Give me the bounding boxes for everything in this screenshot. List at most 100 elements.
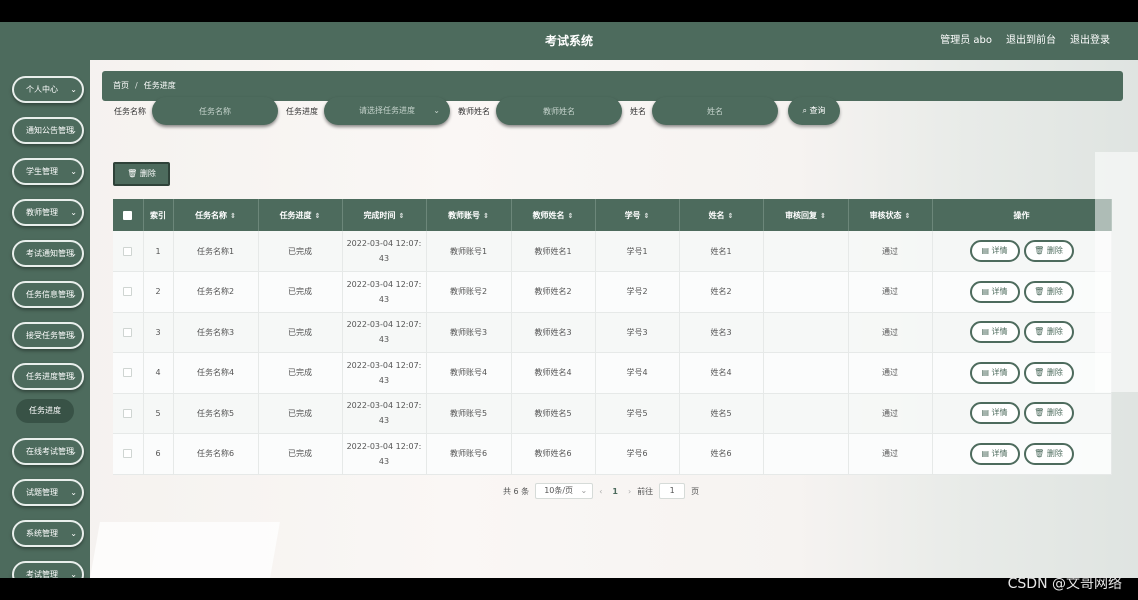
review-status-cell: 通过 [848, 231, 933, 272]
finish-time-cell: 2022-03-04 12:07: 43 [342, 352, 427, 394]
column-header-name[interactable]: 姓名 ⇕ [679, 199, 764, 231]
column-header-teacher-name[interactable]: 教师姓名 ⇕ [511, 199, 596, 231]
column-header-task-name[interactable]: 任务名称 ⇕ [173, 199, 259, 231]
actions-cell: ▤ 详情 🗑 删除 [932, 231, 1112, 272]
column-header-review-status[interactable]: 审核状态 ⇕ [848, 199, 933, 231]
student-no-cell: 学号6 [595, 433, 680, 475]
column-header-teacher-account[interactable]: 教师账号 ⇕ [426, 199, 512, 231]
sidebar-item-label: 任务信息管理 [26, 290, 74, 299]
chevron-down-icon: ⌄ [70, 126, 77, 135]
sidebar-item-task-info-management[interactable]: 任务信息管理 ⌄ [12, 281, 84, 308]
row-checkbox[interactable] [123, 287, 133, 297]
detail-button[interactable]: ▤ 详情 [969, 361, 1020, 384]
sort-icon[interactable]: ⇕ [399, 212, 405, 220]
detail-button[interactable]: ▤ 详情 [969, 280, 1020, 303]
batch-delete-button[interactable]: 🗑 删除 [113, 162, 170, 186]
sort-icon[interactable]: ⇕ [230, 212, 236, 220]
sidebar-item-label: 学生管理 [26, 167, 58, 176]
sidebar-item-exam-notice-management[interactable]: 考试通知管理 ⌄ [12, 240, 84, 267]
student-no-cell: 学号2 [595, 271, 680, 313]
sidebar-item-online-exam-management[interactable]: 在线考试管理 ⌄ [12, 438, 84, 465]
detail-button[interactable]: ▤ 详情 [969, 321, 1020, 344]
exit-to-front-link[interactable]: 退出到前台 [1006, 22, 1056, 60]
table-row: 1 任务名称1 已完成 2022-03-04 12:07: 43 教师账号1 教师姓名1 学号… [113, 231, 1112, 272]
column-header-student-no[interactable]: 学号 ⇕ [595, 199, 680, 231]
sidebar-item-question-management[interactable]: 试题管理 ⌄ [12, 479, 84, 506]
row-delete-button[interactable]: 🗑 删除 [1023, 280, 1074, 303]
teacher-name-cell: 教师姓名1 [511, 231, 596, 272]
sort-icon[interactable]: ⇕ [820, 212, 826, 220]
review-status-cell: 通过 [848, 352, 933, 394]
sidebar-item-system-management[interactable]: 系统管理 ⌄ [12, 520, 84, 547]
row-delete-button[interactable]: 🗑 删除 [1023, 402, 1074, 425]
document-icon: ▤ [981, 408, 989, 418]
sidebar-item-personal-center[interactable]: 个人中心 ⌄ [12, 76, 84, 103]
task-name-cell: 任务名称2 [173, 271, 259, 313]
row-checkbox[interactable] [123, 368, 133, 378]
teacher-name-label: 教师姓名 [458, 106, 490, 116]
column-header-finish-time[interactable]: 完成时间 ⇕ [342, 199, 427, 231]
task-progress-cell: 已完成 [258, 231, 343, 272]
sidebar-item-student-management[interactable]: 学生管理 ⌄ [12, 158, 84, 185]
sort-icon[interactable]: ⇕ [483, 212, 489, 220]
table-header-row: 索引 任务名称 ⇕ 任务进度 ⇕ 完成时间 ⇕ 教师账号 ⇕ 教师姓名 ⇕ 学号 ⇕ 姓名 ⇕… [113, 199, 1112, 231]
sort-icon[interactable]: ⇕ [315, 212, 321, 220]
sort-icon[interactable]: ⇕ [568, 212, 574, 220]
batch-delete-label: 删除 [139, 169, 156, 178]
row-delete-button[interactable]: 🗑 删除 [1023, 442, 1074, 465]
admin-user-label[interactable]: 管理员 abo [940, 22, 992, 60]
sort-icon[interactable]: ⇕ [905, 212, 911, 220]
sidebar: 个人中心 ⌄ 通知公告管理 ⌄ 学生管理 ⌄ 教师管理 ⌄ 考试通知管理 ⌄ 任务信息管理… [0, 60, 90, 578]
actions-cell: ▤ 详情 🗑 删除 [932, 433, 1112, 475]
page-size-select[interactable]: 10条/页 ⌄ [535, 483, 594, 499]
sidebar-item-accept-task-management[interactable]: 接受任务管理 ⌄ [12, 322, 84, 349]
column-header-task-progress[interactable]: 任务进度 ⇕ [258, 199, 343, 231]
sidebar-subitem-task-progress[interactable]: 任务进度 [16, 399, 74, 423]
row-select-cell [113, 393, 144, 434]
task-name-input[interactable] [152, 97, 278, 125]
goto-page-input[interactable]: 1 [659, 483, 686, 499]
row-delete-button[interactable]: 🗑 删除 [1023, 321, 1074, 344]
row-delete-button[interactable]: 🗑 删除 [1023, 361, 1074, 384]
row-delete-button[interactable]: 🗑 删除 [1023, 240, 1074, 262]
sidebar-item-notice-management[interactable]: 通知公告管理 ⌄ [12, 117, 84, 144]
task-name-label: 任务名称 [114, 106, 146, 116]
page-number-current[interactable]: 1 [608, 487, 622, 496]
search-icon: ⌕ [802, 106, 807, 115]
query-button[interactable]: ⌕ 查询 [788, 97, 840, 125]
name-cell: 姓名1 [679, 231, 764, 272]
select-all-checkbox[interactable] [123, 210, 133, 220]
column-header-review-reply[interactable]: 审核回复 ⇕ [763, 199, 849, 231]
task-name-cell: 任务名称3 [173, 312, 259, 353]
task-progress-cell: 已完成 [258, 393, 343, 434]
task-progress-select[interactable]: 请选择任务进度 ⌄ [324, 97, 450, 125]
sidebar-item-exam-management[interactable]: 考试管理 ⌄ [12, 561, 84, 578]
review-reply-cell [763, 312, 849, 353]
sidebar-item-teacher-management[interactable]: 教师管理 ⌄ [12, 199, 84, 226]
student-name-input[interactable] [652, 97, 778, 125]
logout-link[interactable]: 退出登录 [1070, 22, 1110, 60]
name-cell: 姓名3 [679, 312, 764, 353]
teacher-name-cell: 教师姓名2 [511, 271, 596, 313]
sidebar-item-task-progress-management[interactable]: 任务进度管理 ⌄ [12, 363, 84, 390]
teacher-name-input[interactable] [496, 97, 622, 125]
row-checkbox[interactable] [123, 246, 133, 256]
top-bar: 考试系统 管理员 abo 退出到前台 退出登录 [0, 22, 1138, 60]
detail-button[interactable]: ▤ 详情 [969, 240, 1020, 262]
detail-button[interactable]: ▤ 详情 [969, 402, 1020, 425]
sort-icon[interactable]: ⇕ [644, 212, 650, 220]
next-page-button[interactable]: › [628, 487, 631, 496]
teacher-name-cell: 教师姓名5 [511, 393, 596, 434]
table-body: 1 任务名称1 已完成 2022-03-04 12:07: 43 教师账号1 教师姓名1 学号… [113, 231, 1112, 475]
document-icon: ▤ [981, 246, 989, 255]
row-select-cell [113, 352, 144, 394]
row-checkbox[interactable] [123, 327, 133, 337]
row-checkbox[interactable] [123, 449, 133, 459]
breadcrumb-home[interactable]: 首页 [113, 81, 129, 90]
index-cell: 2 [143, 271, 174, 313]
document-icon: ▤ [981, 286, 989, 296]
detail-button[interactable]: ▤ 详情 [969, 442, 1020, 465]
row-checkbox[interactable] [123, 408, 133, 418]
sort-icon[interactable]: ⇕ [728, 212, 734, 220]
prev-page-button[interactable]: ‹ [599, 487, 602, 496]
